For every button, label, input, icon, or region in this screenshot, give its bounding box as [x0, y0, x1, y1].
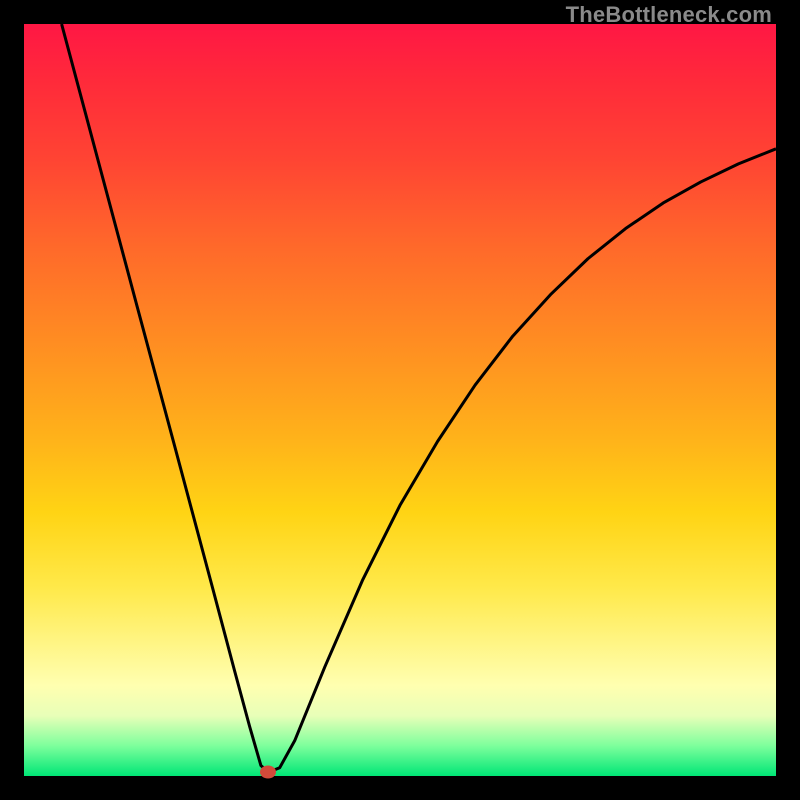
curve-svg	[24, 24, 776, 776]
plot-area	[24, 24, 776, 776]
chart-frame: TheBottleneck.com	[0, 0, 800, 800]
minimum-marker	[260, 766, 276, 779]
bottleneck-curve-path	[62, 24, 776, 772]
attribution-text: TheBottleneck.com	[566, 2, 772, 28]
